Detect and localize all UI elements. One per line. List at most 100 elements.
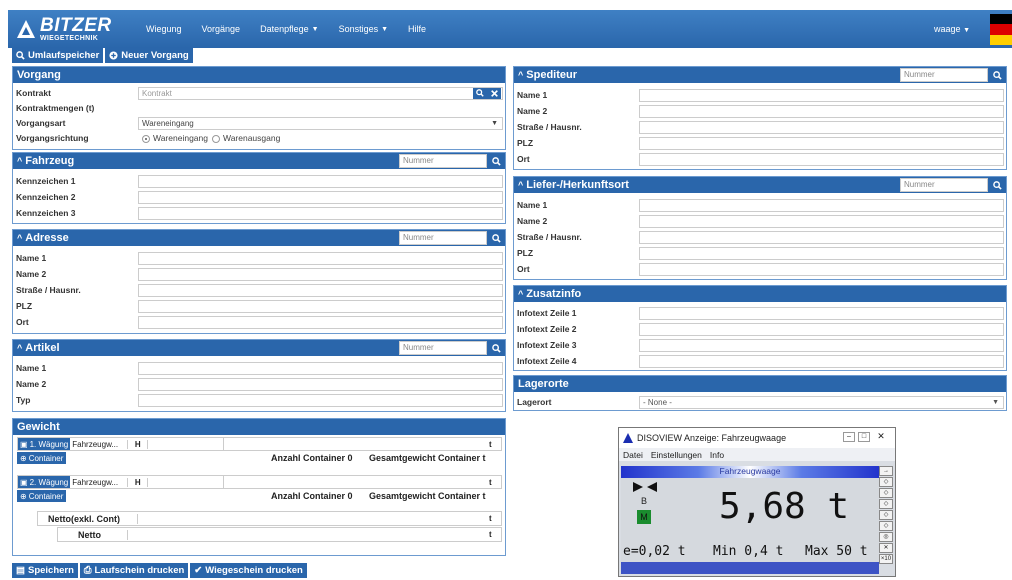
german-flag-icon[interactable]: [990, 14, 1012, 45]
adresse-header[interactable]: ^ Adresse Nummer: [13, 230, 505, 246]
container-2-button[interactable]: ⊕ Container: [17, 490, 67, 502]
spediteur-ort-input[interactable]: [639, 152, 1004, 166]
kennzeichen-1-input[interactable]: [138, 174, 503, 188]
disoview-titlebar[interactable]: DISOVIEW Anzeige: Fahrzeugwaage – □ ✕: [619, 428, 895, 448]
caret-down-icon: ▼: [992, 398, 999, 406]
laufschein-drucken-button[interactable]: ⎙ Laufschein drucken: [79, 563, 189, 578]
artikel-name1-input[interactable]: [138, 361, 503, 375]
zusatzinfo-header[interactable]: ^ Zusatzinfo: [514, 286, 1006, 302]
fahrzeug-header[interactable]: ^ Fahrzeug Nummer: [13, 153, 505, 169]
search-icon[interactable]: [476, 89, 484, 97]
waegung-2-scale[interactable]: Fahrzeugw...: [70, 477, 129, 487]
user-menu[interactable]: waage ▼: [934, 24, 970, 34]
zero-icon[interactable]: ◇: [879, 477, 893, 487]
liefer-number-input[interactable]: Nummer: [900, 178, 988, 192]
artikel-search-button[interactable]: [488, 341, 504, 355]
plus-circle-icon: ⊕: [20, 453, 27, 463]
infotext-3-input[interactable]: [639, 338, 1004, 352]
cancel-icon[interactable]: ✕: [879, 543, 893, 553]
nav-wiegung[interactable]: Wiegung: [146, 24, 182, 34]
disoview-window[interactable]: DISOVIEW Anzeige: Fahrzeugwaage – □ ✕ Da…: [618, 427, 896, 577]
gross-icon[interactable]: ◇: [879, 510, 893, 520]
menu-datei[interactable]: Datei: [623, 450, 643, 460]
gesamtgewicht-container-1: Gesamtgewicht Container t: [369, 453, 486, 463]
infotext-1-label: Infotext Zeile 1: [517, 308, 577, 318]
artikel-number-input[interactable]: Nummer: [399, 341, 487, 355]
spediteur-name1-input[interactable]: [639, 88, 1004, 102]
waegung-1-button[interactable]: ▣ 1. Wägung: [18, 438, 71, 450]
print-icon[interactable]: ◎: [879, 532, 893, 542]
spediteur-header[interactable]: ^ Spediteur Nummer: [514, 67, 1006, 83]
vorgangsart-select[interactable]: Wareneingang ▼: [138, 116, 503, 130]
nav-datenpflege[interactable]: Datenpflege ▼: [260, 24, 318, 34]
fahrzeug-search-button[interactable]: [488, 154, 504, 168]
spediteur-plz-input[interactable]: [639, 136, 1004, 150]
liefer-search-button[interactable]: [989, 178, 1005, 192]
container-1-button[interactable]: ⊕ Container: [17, 452, 67, 464]
adresse-ort-label: Ort: [16, 317, 29, 327]
speichern-button[interactable]: ▤ Speichern: [12, 563, 78, 578]
clear-icon[interactable]: [490, 89, 498, 97]
infotext-4-input[interactable]: [639, 354, 1004, 368]
adresse-plz-input[interactable]: [138, 299, 503, 313]
liefer-header[interactable]: ^ Liefer-/Herkunftsort Nummer: [514, 177, 1006, 193]
nav-vorgaenge[interactable]: Vorgänge: [202, 24, 241, 34]
spediteur-search-button[interactable]: [989, 68, 1005, 82]
menu-einstellungen[interactable]: Einstellungen: [651, 450, 702, 460]
artikel-header[interactable]: ^ Artikel Nummer: [13, 340, 505, 356]
liefer-name2-input[interactable]: [639, 214, 1004, 228]
spediteur-name2-input[interactable]: [639, 104, 1004, 118]
brand-logo[interactable]: BITZER WIEGETECHNIK: [8, 10, 126, 48]
tare-icon[interactable]: ◇: [879, 488, 893, 498]
kennzeichen-2-input[interactable]: [138, 190, 503, 204]
adresse-search-button[interactable]: [488, 231, 504, 245]
liefer-ort-input[interactable]: [639, 262, 1004, 276]
lagerort-select[interactable]: - None - ▼: [639, 395, 1004, 409]
warenausgang-radio[interactable]: [211, 134, 220, 143]
multiply-ten-icon[interactable]: ×10: [879, 554, 893, 564]
adresse-ort-input[interactable]: [138, 315, 503, 329]
adresse-number-input[interactable]: Nummer: [399, 231, 487, 245]
liefer-plz-input[interactable]: [639, 246, 1004, 260]
spediteur-strasse-input[interactable]: [639, 120, 1004, 134]
arrow-icon[interactable]: →: [879, 466, 893, 476]
brand-name: BITZER: [40, 15, 112, 36]
caret-down-icon: ▼: [491, 119, 498, 127]
waegung-1-scale[interactable]: Fahrzeugw...: [70, 439, 129, 449]
neuer-vorgang-button[interactable]: Neuer Vorgang: [105, 48, 193, 63]
wiegeschein-drucken-button[interactable]: ✔ Wiegeschein drucken: [190, 563, 307, 578]
kontrakt-input[interactable]: Kontrakt: [138, 86, 503, 100]
minimize-icon[interactable]: –: [843, 432, 855, 442]
lagerorte-panel: Lagerorte Lagerort - None - ▼: [513, 375, 1007, 411]
waegung-2-mode: H: [128, 477, 149, 487]
adresse-name1-input[interactable]: [138, 251, 503, 265]
wareneingang-radio[interactable]: [142, 134, 150, 143]
close-icon[interactable]: ✕: [875, 432, 887, 442]
net-icon[interactable]: ◇: [879, 521, 893, 531]
nav-hilfe[interactable]: Hilfe: [408, 24, 426, 34]
umlaufspeicher-button[interactable]: Umlaufspeicher: [12, 48, 104, 63]
infotext-2-input[interactable]: [639, 322, 1004, 336]
maximize-icon[interactable]: □: [858, 432, 870, 442]
spediteur-panel: ^ Spediteur Nummer Name 1 Name 2 Straße / …: [513, 66, 1007, 170]
infotext-2-label: Infotext Zeile 2: [517, 324, 577, 334]
waegung-2-button[interactable]: ▣ 2. Wägung: [18, 476, 71, 488]
menu-info[interactable]: Info: [710, 450, 724, 460]
adresse-name2-input[interactable]: [138, 267, 503, 281]
liefer-strasse-input[interactable]: [639, 230, 1004, 244]
artikel-name2-input[interactable]: [138, 377, 503, 391]
liefer-panel: ^ Liefer-/Herkunftsort Nummer Name 1 Name …: [513, 176, 1007, 280]
infotext-1-input[interactable]: [639, 306, 1004, 320]
tare-clear-icon[interactable]: ◇: [879, 499, 893, 509]
fahrzeug-number-input[interactable]: Nummer: [399, 154, 487, 168]
app-triangle-icon: [623, 433, 633, 443]
kennzeichen-3-label: Kennzeichen 3: [16, 208, 76, 218]
liefer-name1-input[interactable]: [639, 198, 1004, 212]
nav-sonstiges[interactable]: Sonstiges ▼: [339, 24, 388, 34]
adresse-strasse-input[interactable]: [138, 283, 503, 297]
spediteur-number-input[interactable]: Nummer: [900, 68, 988, 82]
adresse-name2-label: Name 2: [16, 269, 47, 279]
waegung-1-unit: t: [489, 439, 492, 449]
kennzeichen-3-input[interactable]: [138, 206, 503, 220]
artikel-typ-input[interactable]: [138, 393, 503, 407]
